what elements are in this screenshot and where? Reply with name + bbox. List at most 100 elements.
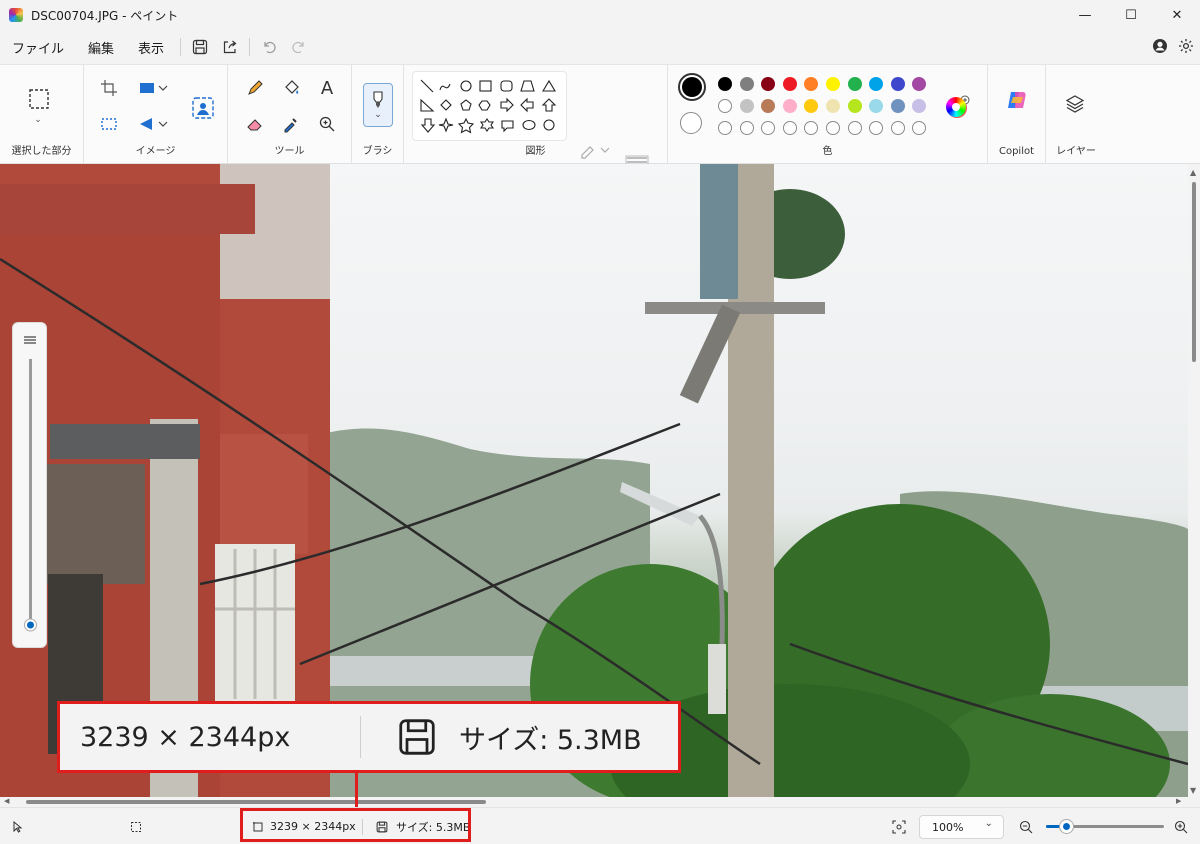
close-button[interactable]: ✕ [1154,0,1200,30]
custom-color-slot[interactable] [761,121,776,135]
callout-connector-line [355,772,358,808]
brush-icon[interactable]: ⌄ [363,83,393,127]
account-icon[interactable] [1152,38,1168,57]
palette-swatch[interactable] [739,77,754,91]
brush-chevron-down-icon: ⌄ [374,110,382,120]
status-highlight-box [240,808,471,842]
pencil-icon[interactable] [242,75,268,101]
palette-swatch[interactable] [890,99,905,113]
save-icon[interactable] [185,33,215,61]
minimize-button[interactable]: — [1062,0,1108,30]
select-all-icon[interactable] [96,111,122,137]
scroll-left-arrow-icon[interactable]: ◀ [4,797,9,805]
zoom-chevron-down-icon: ⌄ [984,818,993,829]
brush-group: ⌄ ブラシ [352,65,404,165]
flip-icon[interactable] [134,111,174,137]
scroll-down-arrow-icon[interactable]: ▼ [1190,786,1196,795]
share-icon[interactable] [215,33,245,61]
zoom-slider[interactable] [1046,820,1164,833]
palette-swatch[interactable] [826,99,840,113]
vertical-scroll-thumb[interactable] [1192,182,1196,362]
rectangle-select-icon[interactable] [25,85,53,113]
custom-color-slot[interactable] [782,121,797,135]
colors-group: 色 [668,65,988,165]
primary-color-swatch [682,77,702,97]
palette-swatch[interactable] [761,77,776,91]
eraser-icon[interactable] [242,111,268,137]
custom-color-slot[interactable] [890,121,905,135]
custom-color-slot[interactable] [847,121,862,135]
palette-swatch[interactable] [869,77,884,91]
layers-label: レイヤー [1056,146,1096,157]
tools-group: A ツール [228,65,352,165]
palette-swatch[interactable] [804,99,819,113]
custom-color-slot[interactable] [826,121,840,135]
redo-icon[interactable] [284,33,314,61]
palette-swatch[interactable] [869,99,884,113]
zoom-in-icon[interactable] [1174,808,1188,844]
custom-color-slot[interactable] [912,121,927,135]
palette-swatch[interactable] [718,99,732,113]
copilot-icon[interactable] [1002,85,1032,115]
palette-swatch[interactable] [782,77,797,91]
secondary-color-swatch[interactable] [680,112,702,134]
palette-swatch[interactable] [912,99,927,113]
menu-divider [249,38,251,56]
menu-divider [180,38,182,56]
selection-chevron-down-icon[interactable]: ⌄ [25,113,51,127]
resize-icon[interactable] [134,75,174,101]
vertical-zoom-slider[interactable] [12,322,47,648]
horizontal-scrollbar[interactable]: ◀ ▶ [0,797,1188,807]
crop-icon[interactable] [96,75,122,101]
palette-swatch[interactable] [847,99,862,113]
layers-icon[interactable] [1062,91,1088,117]
palette-swatch[interactable] [739,99,754,113]
palette-swatch[interactable] [890,77,905,91]
custom-color-slot[interactable] [718,121,732,135]
selection-group-label: 選択した部分 [11,146,72,157]
text-tool-icon[interactable]: A [314,75,340,101]
colors-group-label: 色 [822,146,833,157]
palette-swatch[interactable] [718,77,732,91]
zoom-slider-thumb[interactable] [1060,820,1074,833]
edit-colors-icon[interactable] [944,93,972,121]
menu-view[interactable]: 表示 [126,38,176,57]
undo-icon[interactable] [254,33,284,61]
custom-color-slot[interactable] [869,121,884,135]
palette-swatch[interactable] [804,77,819,91]
layers-group: レイヤー [1046,65,1106,165]
custom-color-slot[interactable] [739,121,754,135]
shapes-gallery[interactable] [412,71,567,141]
magnifier-icon[interactable] [314,111,340,137]
maximize-button[interactable]: ☐ [1108,0,1154,30]
color-picker-icon[interactable] [278,111,304,137]
palette-swatch[interactable] [912,77,927,91]
copilot-label: Copilot [998,146,1035,157]
menu-file[interactable]: ファイル [0,38,76,57]
fit-to-window-icon[interactable] [892,808,906,844]
primary-color-ring[interactable] [678,73,706,101]
shape-outline-icon[interactable] [578,137,614,163]
palette-swatch[interactable] [761,99,776,113]
paint-app-icon [9,8,23,22]
settings-gear-icon[interactable] [1178,38,1194,57]
tools-group-label: ツール [274,146,305,157]
background-removal-icon[interactable] [188,93,218,123]
vertical-scrollbar[interactable]: ▲ ▼ [1188,164,1200,804]
horizontal-scroll-thumb[interactable] [26,800,486,804]
scroll-right-arrow-icon[interactable]: ▶ [1176,797,1181,805]
status-bar: 3239 × 2344px サイズ: 5.3MB [0,807,1200,844]
color-wheel [946,97,966,117]
zoom-out-icon[interactable] [1019,808,1033,844]
palette-swatch[interactable] [847,77,862,91]
title-bar: DSC00704.JPG - ペイント — ☐ ✕ [0,0,1200,30]
zoom-level-dropdown[interactable]: 100% ⌄ [919,815,1004,839]
palette-swatch[interactable] [782,99,797,113]
fill-bucket-icon[interactable] [278,75,304,101]
custom-color-slot[interactable] [804,121,819,135]
scroll-up-arrow-icon[interactable]: ▲ [1190,168,1196,177]
brush-group-label: ブラシ [362,146,393,157]
palette-swatch[interactable] [826,77,840,91]
menu-edit[interactable]: 編集 [76,38,126,57]
callout-image-dimensions: 3239 × 2344px [80,721,291,753]
